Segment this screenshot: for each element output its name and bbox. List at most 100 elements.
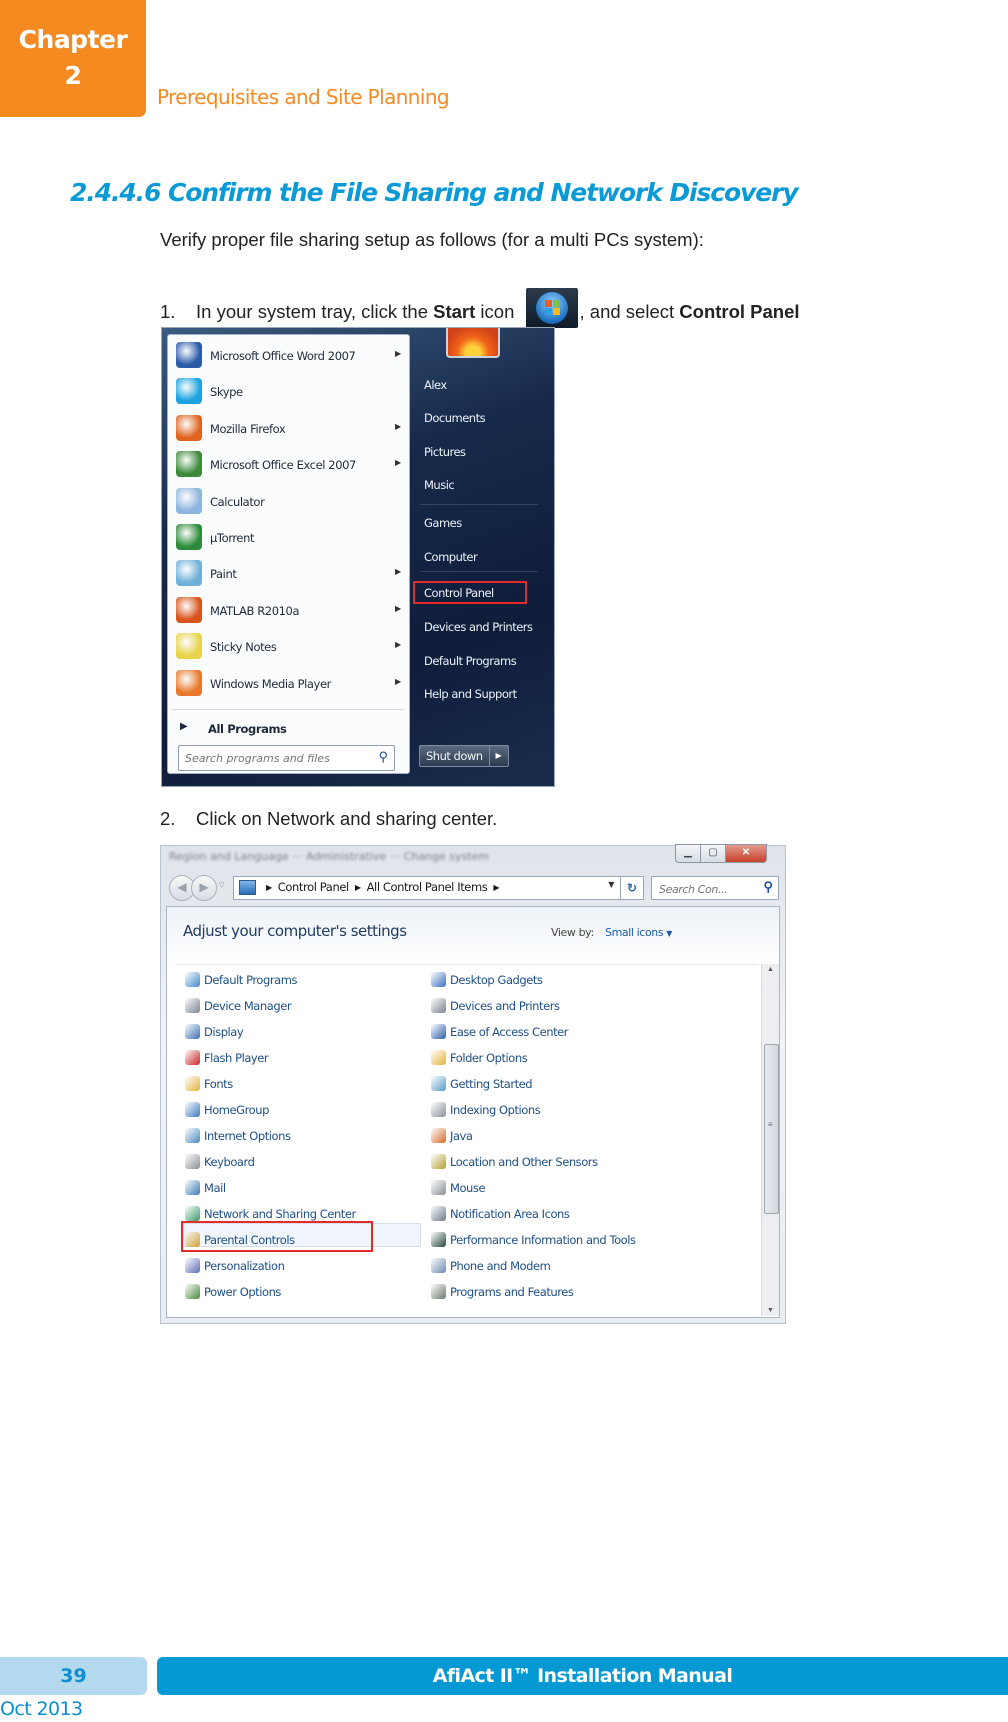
fonts-icon: [185, 1076, 200, 1091]
calculator-icon: [176, 487, 202, 514]
window-title-blurred: Region and Language ··· Administrative ·…: [169, 850, 490, 863]
start-menu-link-help-and-support[interactable]: Help and Support: [424, 687, 517, 701]
matlab-icon: [176, 596, 202, 623]
control-panel-item-label: Location and Other Sensors: [450, 1155, 598, 1169]
control-panel-item-label: Getting Started: [450, 1077, 533, 1091]
maximize-button[interactable]: ▢: [701, 844, 726, 863]
desktop-gadgets-icon: [431, 972, 446, 987]
start-menu-program-item[interactable]: µTorrent: [172, 521, 404, 555]
chapter-title: Prerequisites and Site Planning: [157, 85, 450, 109]
scroll-up-icon[interactable]: ▲: [762, 966, 779, 973]
view-by-value: Small icons: [605, 926, 664, 939]
chevron-down-icon: ▼: [666, 929, 673, 938]
control-panel-search-input[interactable]: [657, 879, 757, 899]
control-panel-item-label: Fonts: [204, 1077, 233, 1091]
search-icon: ⚲: [378, 749, 388, 764]
personalization-icon: [185, 1258, 200, 1273]
control-panel-item-label: Internet Options: [204, 1129, 291, 1143]
start-menu-program-item[interactable]: Paint ▶: [172, 557, 404, 591]
control-panel-item-label: Personalization: [204, 1259, 285, 1273]
scroll-down-icon[interactable]: ▼: [762, 1307, 779, 1314]
submenu-arrow-icon[interactable]: ▶: [395, 604, 401, 613]
page-number: 39: [0, 1657, 147, 1695]
program-label: MATLAB R2010a: [210, 603, 300, 618]
close-button[interactable]: ✕: [726, 844, 767, 863]
vertical-scrollbar[interactable]: ▲ ≡ ▼: [761, 964, 779, 1316]
start-menu-program-item[interactable]: Mozilla Firefox ▶: [172, 412, 404, 446]
control-panel-item-label: Keyboard: [204, 1155, 255, 1169]
breadcrumb: ▶ Control Panel ▶ All Control Panel Items ▶: [260, 880, 505, 894]
document-date: Oct 2013: [0, 1698, 83, 1720]
scrollbar-thumb[interactable]: ≡: [764, 1044, 779, 1214]
performance-icon: [431, 1232, 446, 1247]
minimize-button[interactable]: ▁: [675, 844, 701, 863]
program-label: Mozilla Firefox: [210, 421, 286, 436]
start-menu-program-item[interactable]: Sticky Notes ▶: [172, 630, 404, 664]
control-panel-icon: [239, 880, 256, 895]
start-search-input[interactable]: [183, 747, 367, 769]
shutdown-options-arrow-icon[interactable]: ▶: [489, 745, 509, 767]
divider: [420, 504, 538, 505]
program-label: Microsoft Office Word 2007: [210, 349, 356, 363]
view-by-dropdown[interactable]: Small icons ▼: [605, 926, 672, 939]
submenu-arrow-icon[interactable]: ▶: [395, 422, 401, 431]
recent-pages-dropdown-icon[interactable]: ▽: [219, 881, 224, 889]
program-label: Microsoft Office Excel 2007: [210, 458, 356, 473]
intro-text: Verify proper file sharing setup as foll…: [160, 229, 704, 250]
word-icon: [176, 342, 202, 368]
start-menu-link-games[interactable]: Games: [424, 516, 462, 530]
window-controls: ▁ ▢ ✕: [675, 844, 767, 863]
all-programs-button[interactable]: ▶ All Programs: [172, 715, 404, 743]
start-menu-link-pictures[interactable]: Pictures: [424, 445, 466, 459]
program-label: Skype: [210, 385, 243, 400]
programs-features-icon: [431, 1284, 446, 1299]
address-bar[interactable]: ▶ Control Panel ▶ All Control Panel Items ▶ …: [233, 876, 621, 900]
control-panel-search-box[interactable]: ⚲: [651, 876, 779, 900]
start-menu-link-documents[interactable]: Documents: [424, 411, 486, 425]
start-search-box[interactable]: ⚲: [178, 745, 395, 771]
chapter-badge: Chapter 2: [0, 0, 146, 117]
start-menu-program-item[interactable]: Windows Media Player ▶: [172, 667, 404, 701]
view-by-label: View by:: [551, 926, 594, 939]
program-label: µTorrent: [210, 531, 255, 545]
submenu-arrow-icon[interactable]: ▶: [395, 349, 401, 358]
display-icon: [185, 1024, 200, 1039]
manual-title: AfiAct II™ Installation Manual: [157, 1657, 1008, 1695]
forward-button[interactable]: ▶: [191, 875, 217, 901]
start-menu-program-item[interactable]: MATLAB R2010a ▶: [172, 594, 404, 628]
address-dropdown-icon[interactable]: ▼: [608, 880, 614, 889]
chevron-right-icon: ▶: [180, 721, 188, 732]
flash-player-icon: [185, 1050, 200, 1065]
start-menu-link-music[interactable]: Music: [424, 478, 455, 492]
getting-started-icon: [431, 1076, 446, 1091]
breadcrumb-all-items[interactable]: All Control Panel Items: [367, 880, 488, 894]
control-panel-highlight-box: [413, 581, 527, 604]
start-menu-program-item[interactable]: Calculator: [172, 485, 404, 519]
power-options-icon: [185, 1284, 200, 1299]
submenu-arrow-icon[interactable]: ▶: [395, 640, 401, 649]
section-heading: 2.4.4.6 Confirm the File Sharing and Net…: [70, 178, 799, 207]
start-menu-program-item[interactable]: Microsoft Office Word 2007 ▶: [172, 339, 404, 373]
shutdown-button[interactable]: Shut down: [419, 745, 490, 767]
start-menu-link-computer[interactable]: Computer: [424, 550, 478, 564]
breadcrumb-separator-icon: ▶: [266, 883, 272, 892]
submenu-arrow-icon[interactable]: ▶: [395, 677, 401, 686]
start-menu-link-devices-and-printers[interactable]: Devices and Printers: [424, 620, 533, 634]
control-panel-item-label: Notification Area Icons: [450, 1207, 570, 1221]
control-panel-items: Default Programs Device Manager Display Fla…: [175, 964, 758, 1315]
network-sharing-highlight-box: [181, 1221, 373, 1252]
start-menu-link-default-programs[interactable]: Default Programs: [424, 654, 517, 668]
control-panel-item-label: Flash Player: [204, 1051, 269, 1065]
step-1-text-before: In your system tray, click the: [196, 301, 434, 322]
control-panel-item-label: Performance Information and Tools: [450, 1233, 636, 1247]
refresh-button[interactable]: ↻: [621, 876, 644, 900]
start-menu-program-item[interactable]: Skype: [172, 375, 404, 409]
submenu-arrow-icon[interactable]: ▶: [395, 567, 401, 576]
mail-icon: [185, 1180, 200, 1195]
start-menu-program-item[interactable]: Microsoft Office Excel 2007 ▶: [172, 448, 404, 482]
submenu-arrow-icon[interactable]: ▶: [395, 458, 401, 467]
breadcrumb-control-panel[interactable]: Control Panel: [278, 880, 349, 894]
grip-icon: ≡: [768, 1120, 773, 1129]
start-menu-link-alex[interactable]: Alex: [424, 378, 447, 392]
homegroup-icon: [185, 1102, 200, 1117]
